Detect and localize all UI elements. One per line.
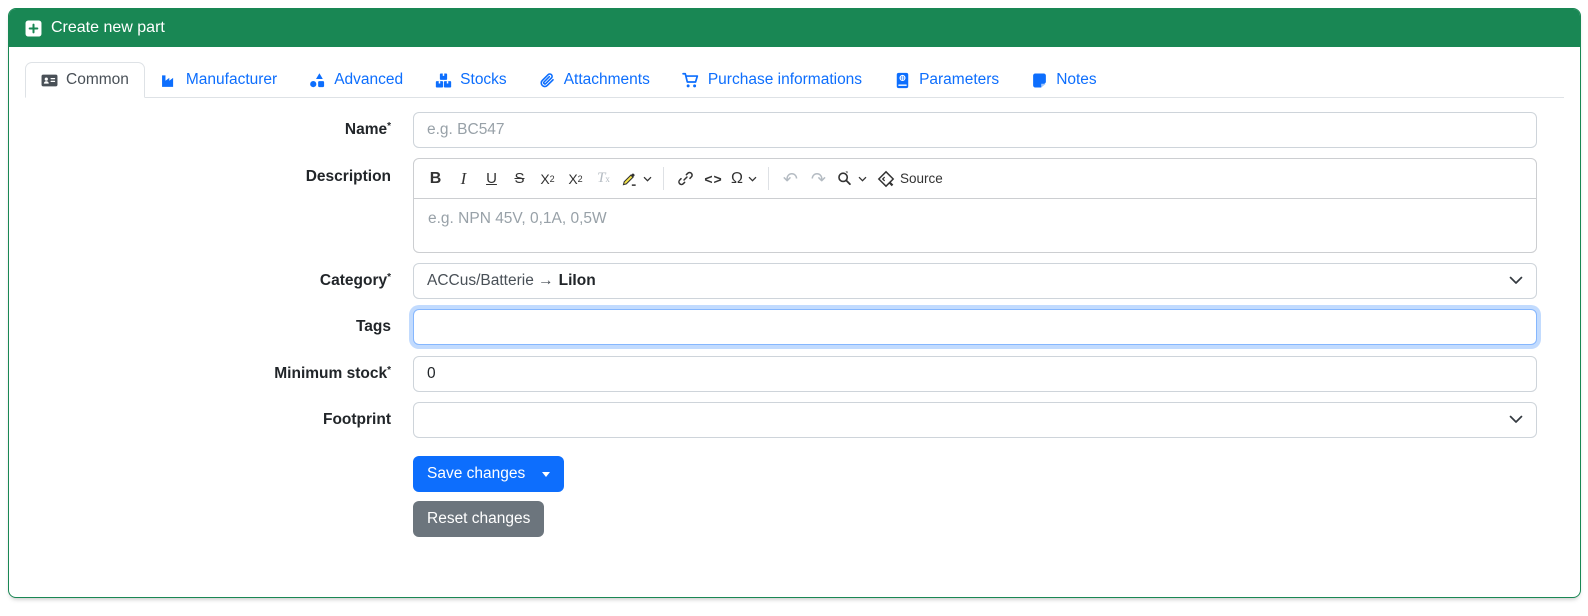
name-label: Name* — [344, 121, 391, 138]
required-asterisk: * — [387, 272, 391, 283]
highlight-marker-icon — [621, 170, 638, 187]
category-value: ACCus/Batterie → — [427, 272, 554, 289]
source-code-icon — [877, 170, 895, 188]
minimum-stock-input[interactable] — [413, 356, 1537, 392]
underline-button[interactable]: U — [478, 165, 505, 193]
shapes-icon — [309, 72, 326, 89]
save-changes-label: Save changes — [427, 465, 526, 482]
common-tab-form: Name* Description B I U S X2 X2 — [25, 112, 1564, 537]
form-actions: Save changes Reset changes — [413, 456, 1537, 537]
save-changes-button[interactable]: Save changes — [413, 456, 565, 492]
paperclip-icon — [539, 72, 556, 89]
caret-down-icon — [542, 471, 551, 477]
name-row: Name* — [25, 112, 1537, 148]
tab-advanced[interactable]: Advanced — [293, 62, 419, 98]
omega-icon: Ω — [731, 169, 743, 187]
page-title: Create new part — [51, 19, 165, 36]
remove-format-button[interactable]: Tx — [590, 165, 617, 193]
tab-label: Manufacturer — [185, 71, 278, 88]
chevron-down-icon — [858, 176, 867, 182]
subscript-button[interactable]: X2 — [534, 165, 561, 193]
highlight-dropdown-button[interactable] — [618, 165, 655, 193]
italic-button[interactable]: I — [450, 165, 477, 193]
required-asterisk: * — [387, 121, 391, 132]
category-label: Category* — [319, 272, 391, 289]
source-button[interactable]: Source — [871, 165, 949, 193]
sticky-note-icon — [1031, 72, 1048, 89]
chevron-down-icon — [643, 176, 652, 182]
minimum-stock-label: Minimum stock* — [274, 365, 391, 382]
footprint-label: Footprint — [322, 411, 391, 428]
editor-toolbar: B I U S X2 X2 Tx <> Ω ↶ ↷ Source — [414, 159, 1536, 199]
code-button[interactable]: <> — [700, 165, 727, 193]
tags-label: Tags — [355, 318, 391, 335]
plus-square-icon — [25, 20, 42, 37]
tab-label: Stocks — [460, 71, 507, 88]
tab-label: Advanced — [334, 71, 404, 88]
superscript-button[interactable]: X2 — [562, 165, 589, 193]
category-row: Category* ACCus/Batterie → LiIon — [25, 263, 1537, 299]
reset-changes-button[interactable]: Reset changes — [413, 501, 545, 537]
tab-manufacturer[interactable]: Manufacturer — [145, 62, 293, 98]
minimum-stock-row: Minimum stock* — [25, 356, 1537, 392]
tags-input[interactable] — [413, 309, 1537, 345]
tab-label: Common — [66, 71, 129, 88]
link-icon — [677, 170, 694, 187]
category-value-selected: LiIon — [558, 272, 596, 289]
link-button[interactable] — [672, 165, 699, 193]
tab-label: Parameters — [919, 71, 1000, 88]
footprint-select[interactable] — [413, 402, 1537, 438]
reset-changes-label: Reset changes — [427, 510, 531, 527]
toolbar-separator — [663, 167, 664, 190]
rich-text-editor: B I U S X2 X2 Tx <> Ω ↶ ↷ Source e.g. NP… — [413, 158, 1537, 253]
toolbar-separator — [767, 167, 769, 190]
address-card-icon — [41, 72, 58, 89]
tab-bar: Common Manufacturer Advanced Stocks Atta… — [25, 62, 1564, 98]
tab-stocks[interactable]: Stocks — [419, 62, 523, 98]
tags-row: Tags — [25, 309, 1537, 345]
tab-common[interactable]: Common — [25, 62, 145, 98]
chevron-down-icon — [748, 176, 757, 182]
find-replace-icon — [836, 170, 853, 187]
card-body: Common Manufacturer Advanced Stocks Atta… — [9, 47, 1580, 597]
editor-content[interactable]: e.g. NPN 45V, 0,1A, 0,5W — [414, 199, 1536, 252]
tab-notes[interactable]: Notes — [1015, 62, 1113, 98]
tab-label: Notes — [1056, 71, 1097, 88]
boxes-stacked-icon — [435, 72, 452, 89]
find-replace-dropdown-button[interactable] — [833, 165, 870, 193]
tab-label: Attachments — [563, 71, 650, 88]
page: Create new part Common Manufacturer Adva… — [0, 0, 1588, 616]
tab-attachments[interactable]: Attachments — [523, 62, 666, 98]
save-dropdown-toggle[interactable] — [525, 471, 552, 477]
tab-label: Purchase informations — [707, 71, 863, 88]
required-asterisk: * — [387, 365, 391, 376]
name-input[interactable] — [413, 112, 1537, 148]
description-label: Description — [305, 168, 391, 185]
cart-icon — [682, 72, 700, 89]
special-characters-dropdown-button[interactable]: Ω — [728, 165, 760, 193]
book-icon — [894, 72, 911, 89]
description-row: Description B I U S X2 X2 Tx <> Ω ↶ ↷ So… — [25, 158, 1537, 253]
card-header: Create new part — [9, 9, 1580, 47]
tab-parameters[interactable]: Parameters — [878, 62, 1015, 98]
factory-icon — [161, 72, 178, 89]
chevron-down-icon — [1509, 411, 1523, 429]
chevron-down-icon — [1509, 272, 1523, 290]
footprint-row: Footprint — [25, 402, 1537, 438]
undo-button[interactable]: ↶ — [777, 165, 804, 193]
source-button-label: Source — [899, 171, 943, 186]
create-part-card: Create new part Common Manufacturer Adva… — [8, 8, 1581, 598]
redo-button[interactable]: ↷ — [805, 165, 832, 193]
strikethrough-button[interactable]: S — [506, 165, 533, 193]
bold-button[interactable]: B — [422, 165, 449, 193]
tab-purchase-informations[interactable]: Purchase informations — [666, 62, 878, 98]
category-select[interactable]: ACCus/Batterie → LiIon — [413, 263, 1537, 299]
